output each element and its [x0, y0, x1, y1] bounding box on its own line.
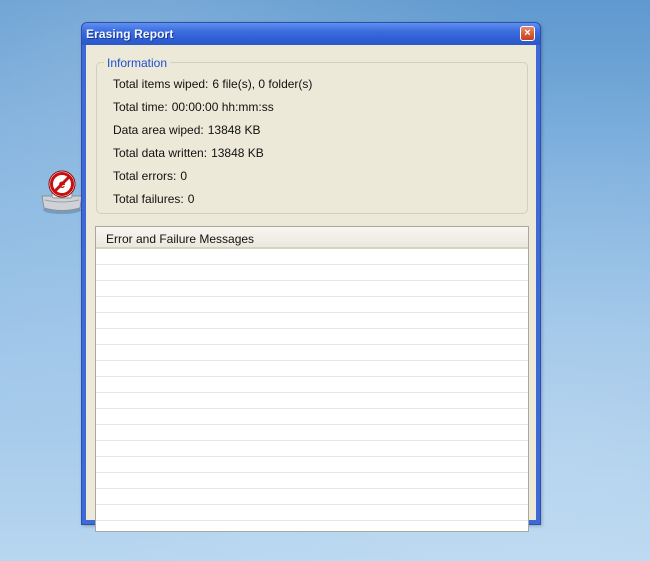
- info-value: 00:00:00 hh:mm:ss: [171, 100, 274, 114]
- info-label: Total data written:: [113, 146, 208, 160]
- column-header-messages[interactable]: Error and Failure Messages: [96, 227, 528, 249]
- column-header-label: Error and Failure Messages: [106, 232, 255, 246]
- window-client-area: Information Total items wiped: 6 file(s),…: [86, 45, 536, 532]
- svg-text:e: e: [59, 177, 66, 191]
- info-label: Total time:: [113, 100, 168, 114]
- info-value: 13848 KB: [211, 146, 264, 160]
- info-label: Total items wiped:: [113, 77, 209, 91]
- info-row-data-area-wiped: Data area wiped: 13848 KB: [113, 123, 260, 137]
- eraser-app-icon-graphic: e: [41, 170, 83, 214]
- window-title: Erasing Report: [86, 27, 174, 41]
- info-row-total-time: Total time: 00:00:00 hh:mm:ss: [113, 100, 274, 114]
- info-value: 0: [187, 192, 195, 206]
- info-label: Total failures:: [113, 192, 184, 206]
- info-row-data-written: Total data written: 13848 KB: [113, 146, 264, 160]
- info-value: 0: [180, 169, 188, 183]
- erasing-report-window: Erasing Report × Information Total items…: [81, 22, 541, 532]
- close-button[interactable]: ×: [520, 26, 535, 41]
- close-icon: ×: [524, 27, 531, 39]
- information-group-title: Information: [104, 56, 171, 70]
- error-messages-list[interactable]: Error and Failure Messages: [95, 226, 529, 532]
- title-bar[interactable]: Erasing Report ×: [82, 23, 540, 45]
- info-value: 6 file(s), 0 folder(s): [212, 77, 313, 91]
- info-label: Data area wiped:: [113, 123, 204, 137]
- info-row-total-failures: Total failures: 0: [113, 192, 194, 206]
- info-row-items-wiped: Total items wiped: 6 file(s), 0 folder(s): [113, 77, 312, 91]
- information-group: Information Total items wiped: 6 file(s),…: [96, 56, 528, 214]
- info-value: 13848 KB: [207, 123, 261, 137]
- messages-list-body[interactable]: [96, 249, 528, 531]
- info-label: Total errors:: [113, 169, 177, 183]
- eraser-app-icon[interactable]: e: [38, 166, 86, 216]
- info-row-total-errors: Total errors: 0: [113, 169, 187, 183]
